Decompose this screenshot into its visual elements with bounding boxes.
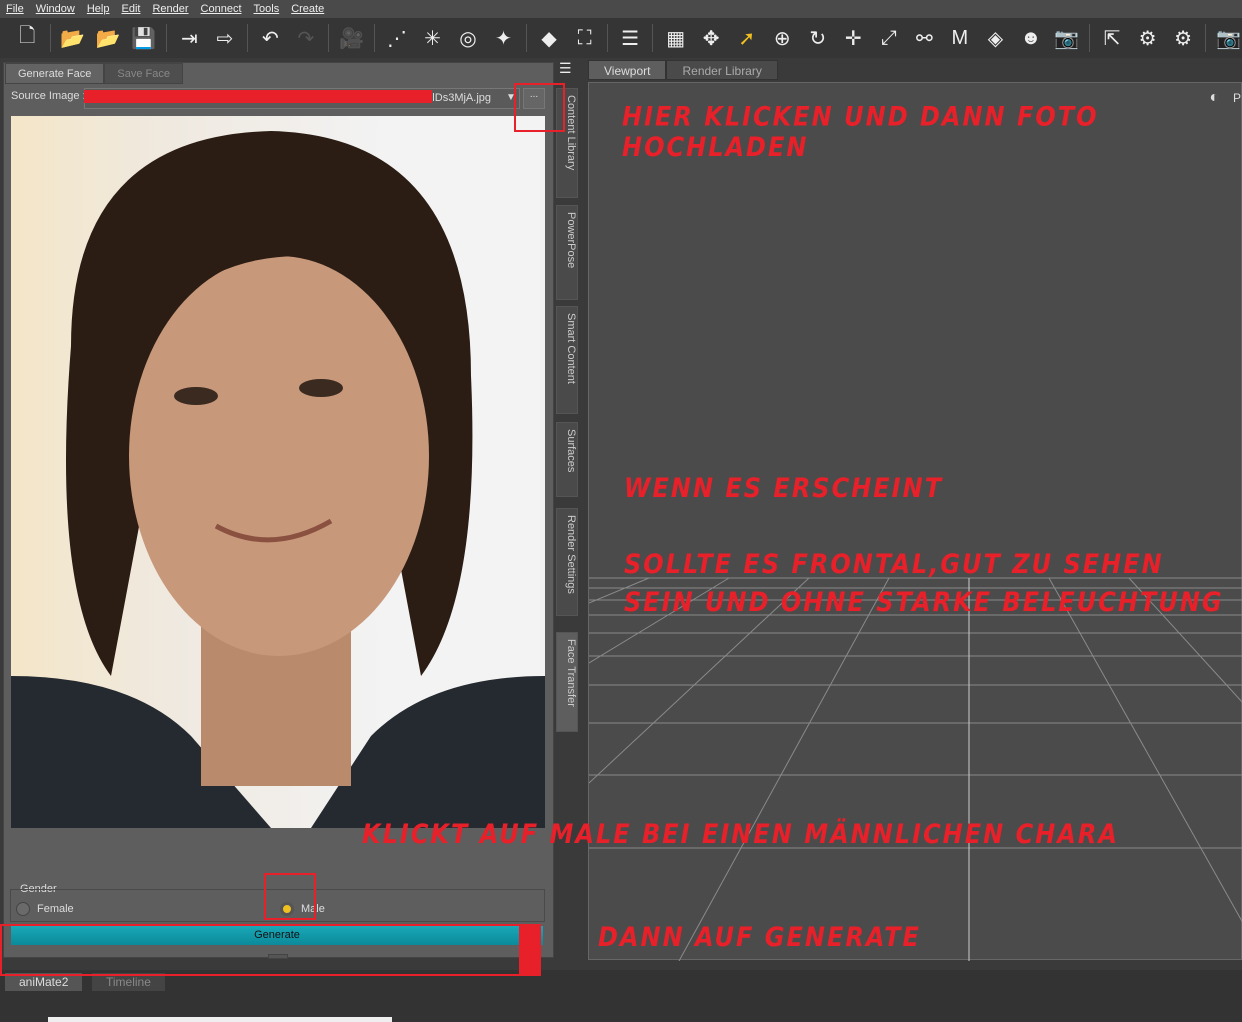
tab-generate-face[interactable]: Generate Face xyxy=(5,63,105,84)
create-camera-icon[interactable]: 🎥 xyxy=(338,25,365,52)
menu-connect[interactable]: Connect xyxy=(201,3,242,15)
open-icon[interactable]: 📂 xyxy=(60,25,87,52)
annotation-text: SOLLTE ES FRONTAL,GUT ZU SEHEN xyxy=(624,548,1164,580)
geometry-editor-icon[interactable]: ⚙ xyxy=(1134,25,1161,52)
female-label: Female xyxy=(37,903,74,915)
joint-editor-icon[interactable]: ⚯ xyxy=(911,25,938,52)
annotation-box-generate xyxy=(0,924,540,976)
female-radio[interactable] xyxy=(16,902,30,916)
create-primitive-icon[interactable]: ◆ xyxy=(536,25,563,52)
figure-pose-icon[interactable]: ☻ xyxy=(1018,25,1045,52)
panel-menu-icon[interactable]: ☰ xyxy=(559,60,572,77)
rotate-icon[interactable]: ↻ xyxy=(805,25,832,52)
import-icon[interactable]: ⇥ xyxy=(176,25,203,52)
surface-selector-icon[interactable]: ◈ xyxy=(982,25,1009,52)
tab-surfaces[interactable]: Surfaces xyxy=(556,422,578,497)
scrollbar[interactable] xyxy=(48,1017,392,1022)
redo-icon[interactable]: ↷ xyxy=(293,25,320,52)
tab-render-settings[interactable]: Render Settings xyxy=(556,508,578,616)
menu-file[interactable]: File xyxy=(6,3,24,15)
annotation-box-browse xyxy=(514,83,565,132)
undo-icon[interactable]: ↶ xyxy=(257,25,284,52)
menu-create[interactable]: Create xyxy=(291,3,324,15)
menu-tools[interactable]: Tools xyxy=(254,3,280,15)
universal-icon[interactable]: ✥ xyxy=(698,25,725,52)
tab-viewport[interactable]: Viewport xyxy=(588,60,667,80)
create-spot-light-icon[interactable]: ✳ xyxy=(419,25,446,52)
menu-window[interactable]: Window xyxy=(36,3,75,15)
save-icon[interactable]: 💾 xyxy=(131,25,158,52)
open-merge-icon[interactable]: 📂 xyxy=(95,25,122,52)
annotation-text: KLICKT AUF MALE BEI EINEN MÄNNLICHEN CHA… xyxy=(362,818,1119,850)
scale-icon[interactable]: ⤢ xyxy=(876,25,903,52)
create-light-icon[interactable]: ✦ xyxy=(490,25,517,52)
export-icon[interactable]: ⇨ xyxy=(212,25,239,52)
menu-edit[interactable]: Edit xyxy=(121,3,140,15)
annotation-box-male xyxy=(264,873,316,920)
bottom-pane xyxy=(0,970,1242,1022)
new-file-icon[interactable]: 🗋 xyxy=(14,25,41,52)
source-image-label: Source Image : xyxy=(11,90,86,102)
redaction-bar xyxy=(84,90,432,103)
align-icon[interactable]: ☰ xyxy=(617,25,644,52)
tab-face-transfer[interactable]: Face Transfer xyxy=(556,632,578,732)
tab-render-library[interactable]: Render Library xyxy=(666,60,778,80)
node-select-icon[interactable]: ⊕ xyxy=(769,25,796,52)
annotation-mark xyxy=(519,924,541,976)
menu-bar: File Window Help Edit Render Connect Too… xyxy=(0,0,1242,18)
morph-icon[interactable]: M xyxy=(947,25,974,52)
tab-powerpose[interactable]: PowerPose xyxy=(556,205,578,300)
annotation-text: DANN AUF GENERATE xyxy=(598,921,921,953)
render-settings-icon[interactable]: ⚙ xyxy=(1170,25,1197,52)
tab-smart-content[interactable]: Smart Content xyxy=(556,306,578,414)
annotation-text: WENN ES ERSCHEINT xyxy=(624,472,944,504)
source-photo xyxy=(11,116,545,828)
toolbar: 🗋 📂 📂 💾 ⇥ ⇨ ↶ ↷ 🎥 ⋰ ✳ ◎ ✦ ◆ ⛶ ☰ ▦ ✥ ➚ ⊕ … xyxy=(0,18,1242,58)
translate-icon[interactable]: ✛ xyxy=(840,25,867,52)
select-pointer-icon[interactable]: ➚ xyxy=(733,25,760,52)
pane-select-icon[interactable]: ▦ xyxy=(662,25,689,52)
region-nav-icon[interactable]: ⇱ xyxy=(1099,25,1126,52)
render-icon[interactable]: 📷 xyxy=(1215,25,1242,52)
tab-save-face[interactable]: Save Face xyxy=(104,63,183,84)
create-distant-light-icon[interactable]: ⋰ xyxy=(384,25,411,52)
create-point-light-icon[interactable]: ◎ xyxy=(455,25,482,52)
camera-view-icon[interactable]: 📷 xyxy=(1053,25,1080,52)
annotation-text: HIER KLICKEN UND DANN FOTO HOCHLADEN xyxy=(622,101,1099,163)
annotation-text: SEIN UND OHNE STARKE BELEUCHTUNG xyxy=(624,586,1224,618)
create-null-icon[interactable]: ⛶ xyxy=(571,25,598,52)
menu-render[interactable]: Render xyxy=(152,3,188,15)
menu-help[interactable]: Help xyxy=(87,3,110,15)
